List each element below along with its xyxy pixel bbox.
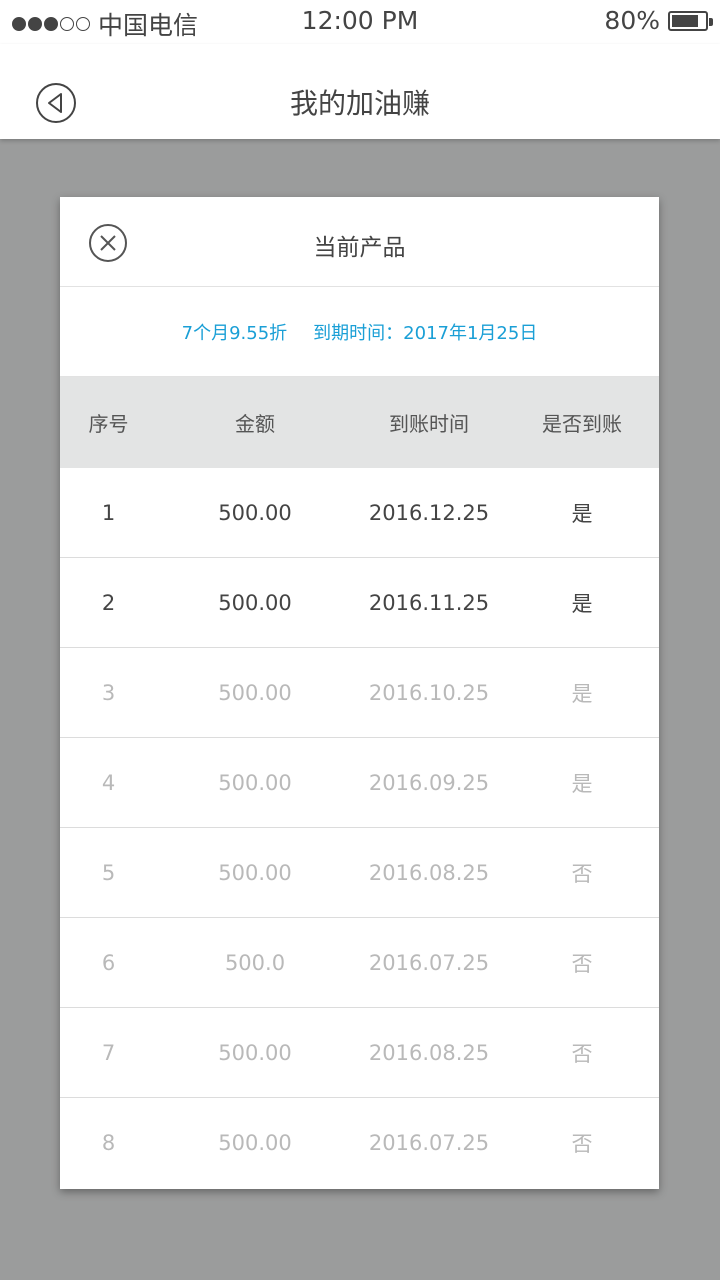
product-modal: 当前产品 7个月9.55折 到期时间：2017年1月25日 序号 金额 到账时间… [60,197,659,1189]
row-amount: 500.00 [218,1040,292,1065]
table-body: 1 500.00 2016.12.25 是 2 500.00 2016.11.2… [60,468,659,1187]
row-paid: 否 [571,1131,593,1156]
row-no: 2 [101,590,116,615]
table-row: 4 500.00 2016.09.25 是 [60,738,659,828]
product-expiry: 到期时间：2017年1月25日 [313,322,538,344]
row-date: 2016.08.25 [368,860,490,885]
table-header: 序号 金额 到账时间 是否到账 [60,377,659,468]
table-row: 1 500.00 2016.12.25 是 [60,468,659,558]
row-paid: 否 [571,861,593,886]
row-paid: 是 [571,501,593,526]
row-no: 5 [101,860,116,885]
row-amount: 500.00 [218,860,292,885]
row-paid: 是 [571,591,593,616]
table-row: 6 500.0 2016.07.25 否 [60,918,659,1008]
row-paid: 否 [571,951,593,976]
row-amount: 500.00 [218,680,292,705]
row-date: 2016.11.25 [368,590,490,615]
row-date: 2016.12.25 [368,500,490,525]
modal-title: 当前产品 [313,235,406,261]
nav-bar: 我的加油赚 [0,44,720,139]
row-date: 2016.10.25 [368,680,490,705]
table-row: 3 500.00 2016.10.25 是 [60,648,659,738]
row-paid: 是 [571,681,593,706]
product-info: 7个月9.55折 到期时间：2017年1月25日 [60,287,659,377]
column-header-amount: 金额 [235,412,275,436]
row-no: 3 [101,680,116,705]
status-right: 80% [604,6,713,35]
table-row: 5 500.00 2016.08.25 否 [60,828,659,918]
table-row: 2 500.00 2016.11.25 是 [60,558,659,648]
row-amount: 500.0 [224,950,286,975]
row-no: 7 [101,1040,116,1065]
row-amount: 500.00 [218,1130,292,1155]
row-amount: 500.00 [218,590,292,615]
status-bar: 中国电信 12:00 PM 80% [0,0,720,44]
row-paid: 是 [571,771,593,796]
table-row: 7 500.00 2016.08.25 否 [60,1008,659,1098]
row-no: 1 [101,500,116,525]
row-paid: 否 [571,1041,593,1066]
row-amount: 500.00 [218,500,292,525]
row-date: 2016.07.25 [368,950,490,975]
row-amount: 500.00 [218,770,292,795]
modal-header: 当前产品 [60,197,659,287]
table-row: 8 500.00 2016.07.25 否 [60,1098,659,1187]
row-date: 2016.08.25 [368,1040,490,1065]
row-no: 8 [101,1130,116,1155]
column-header-paid: 是否到账 [542,412,622,436]
product-term: 7个月9.55折 [181,322,288,344]
row-date: 2016.09.25 [368,770,490,795]
row-date: 2016.07.25 [368,1130,490,1155]
row-no: 6 [101,950,116,975]
page-title: 我的加油赚 [289,87,430,120]
battery-percent: 80% [604,6,660,35]
column-header-no: 序号 [88,412,129,436]
column-header-date: 到账时间 [389,412,469,436]
row-no: 4 [101,770,116,795]
battery-icon [668,10,713,31]
